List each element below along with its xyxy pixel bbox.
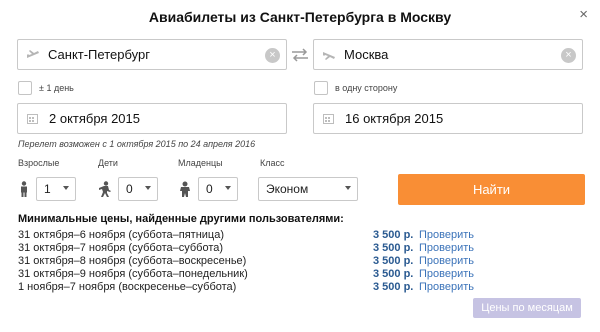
price-row: 31 октября–7 ноября (суббота–суббота) 3 …	[18, 242, 488, 255]
close-icon[interactable]: ×	[579, 7, 588, 22]
child-icon	[98, 181, 111, 197]
price-row: 31 октября–6 ноября (суббота–пятница) 3 …	[18, 229, 488, 242]
check-link[interactable]: Проверить	[419, 229, 474, 241]
return-date-value: 16 октября 2015	[345, 111, 444, 126]
depart-date-field[interactable]: 2 октября 2015	[17, 103, 287, 134]
calendar-icon	[25, 112, 39, 126]
class-select[interactable]: Эконом	[258, 177, 358, 201]
infant-icon	[178, 181, 190, 197]
dialog-title: Авиабилеты из Санкт-Петербурга в Москву	[148, 9, 452, 25]
swap-arrows-icon[interactable]	[289, 44, 311, 66]
chevron-down-icon	[345, 186, 351, 190]
min-prices-title: Минимальные цены, найденные другими поль…	[18, 213, 344, 225]
price-row: 31 октября–9 ноября (суббота–понедельник…	[18, 268, 488, 281]
price-row-dates: 31 октября–6 ноября (суббота–пятница)	[18, 229, 225, 241]
price-row-dates: 31 октября–8 ноября (суббота–воскресенье…	[18, 255, 247, 267]
calendar-icon	[321, 112, 335, 126]
check-link[interactable]: Проверить	[419, 242, 474, 254]
class-label: Класс	[260, 158, 285, 168]
price-row-dates: 31 октября–9 ноября (суббота–понедельник…	[18, 268, 248, 280]
to-field[interactable]: Москва ×	[313, 39, 583, 70]
check-link[interactable]: Проверить	[419, 281, 474, 293]
prices-by-month-button[interactable]: Цены по месяцам	[473, 298, 581, 318]
price-row-price: 3 500 р.	[373, 242, 414, 254]
one-way-checkbox[interactable]	[314, 81, 328, 95]
infants-select[interactable]: 0	[198, 177, 238, 201]
search-button[interactable]: Найти	[398, 174, 585, 205]
price-row-price: 3 500 р.	[373, 281, 414, 293]
from-field[interactable]: Санкт-Петербург ×	[17, 39, 287, 70]
flex-days-label: ± 1 день	[39, 83, 74, 93]
clear-to-icon[interactable]: ×	[561, 48, 576, 63]
infants-value: 0	[206, 182, 213, 196]
price-row-price: 3 500 р.	[373, 255, 414, 267]
adult-icon	[18, 181, 30, 197]
class-value: Эконом	[266, 182, 309, 196]
plane-landing-icon	[322, 48, 336, 62]
check-link[interactable]: Проверить	[419, 255, 474, 267]
adults-value: 1	[44, 182, 51, 196]
return-date-field[interactable]: 16 октября 2015	[313, 103, 583, 134]
date-range-note: Перелет возможен с 1 октября 2015 по 24 …	[18, 139, 256, 149]
plane-takeoff-icon	[26, 48, 40, 62]
chevron-down-icon	[225, 186, 231, 190]
flex-days-checkbox[interactable]	[18, 81, 32, 95]
price-row-dates: 1 ноября–7 ноября (воскресенье–суббота)	[18, 281, 237, 293]
children-value: 0	[126, 182, 133, 196]
chevron-down-icon	[63, 186, 69, 190]
children-select[interactable]: 0	[118, 177, 158, 201]
to-input[interactable]: Москва	[344, 47, 388, 62]
infants-label: Младенцы	[178, 158, 223, 168]
depart-date-value: 2 октября 2015	[49, 111, 140, 126]
one-way-label: в одну сторону	[335, 83, 398, 93]
price-row: 1 ноября–7 ноября (воскресенье–суббота) …	[18, 281, 488, 294]
children-label: Дети	[98, 158, 118, 168]
clear-from-icon[interactable]: ×	[265, 48, 280, 63]
adults-label: Взрослые	[18, 158, 60, 168]
price-row-dates: 31 октября–7 ноября (суббота–суббота)	[18, 242, 224, 254]
chevron-down-icon	[145, 186, 151, 190]
price-row-price: 3 500 р.	[373, 268, 414, 280]
price-row-price: 3 500 р.	[373, 229, 414, 241]
check-link[interactable]: Проверить	[419, 268, 474, 280]
price-row: 31 октября–8 ноября (суббота–воскресенье…	[18, 255, 488, 268]
adults-select[interactable]: 1	[36, 177, 76, 201]
from-input[interactable]: Санкт-Петербург	[48, 47, 150, 62]
